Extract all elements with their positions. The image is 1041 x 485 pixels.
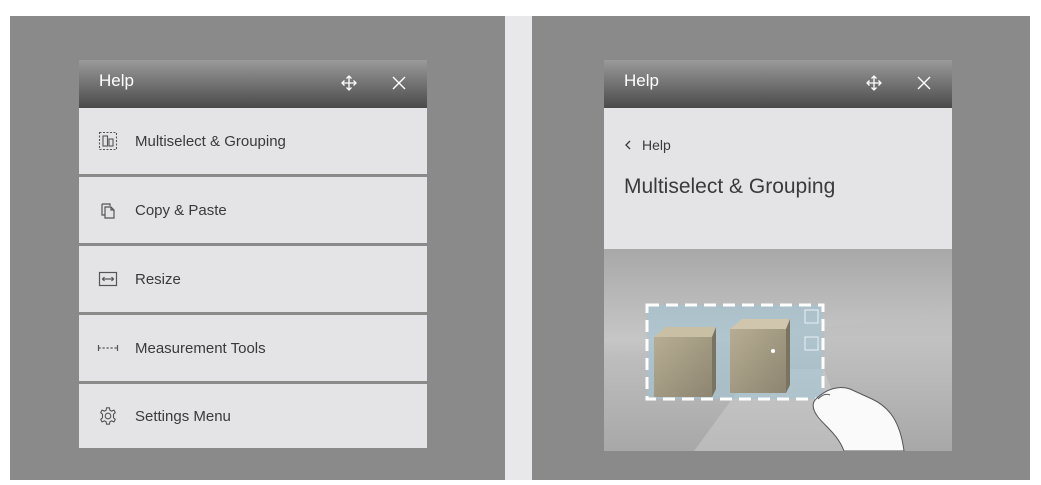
page-title: Multiselect & Grouping <box>624 175 836 198</box>
help-detail-section: Help Multiselect & Grouping <box>604 108 952 249</box>
menu-item-multiselect[interactable]: Multiselect & Grouping <box>79 108 427 174</box>
multiselect-icon <box>96 129 120 153</box>
help-panel-detail: Help Help Multiselect & Grouping <box>604 60 952 451</box>
menu-item-label: Settings Menu <box>135 407 231 425</box>
menu-item-label: Copy & Paste <box>135 201 227 219</box>
right-screenshot-pane: Help Help Multiselect & Grouping <box>532 16 1030 480</box>
resize-icon <box>96 267 120 291</box>
chevron-left-icon <box>625 140 631 150</box>
measure-icon <box>96 336 120 360</box>
move-icon[interactable] <box>335 69 363 97</box>
menu-item-label: Multiselect & Grouping <box>135 132 286 150</box>
menu-item-label: Measurement Tools <box>135 339 266 357</box>
header-title: Help <box>624 71 659 90</box>
left-screenshot-pane: Help Multiselect & Grouping Copy & Paste… <box>10 16 505 480</box>
menu-item-resize[interactable]: Resize <box>79 246 427 312</box>
help-panel-header: Help <box>604 60 952 108</box>
back-link-label: Help <box>642 137 671 153</box>
menu-item-label: Resize <box>135 270 181 288</box>
close-icon[interactable] <box>385 69 413 97</box>
gear-icon <box>96 404 120 428</box>
back-link[interactable]: Help <box>624 137 671 153</box>
help-panel-list: Help Multiselect & Grouping Copy & Paste… <box>79 60 427 448</box>
header-title: Help <box>99 71 134 90</box>
copy-icon <box>96 198 120 222</box>
close-icon[interactable] <box>910 69 938 97</box>
multiselect-illustration <box>604 249 952 451</box>
menu-item-copy-paste[interactable]: Copy & Paste <box>79 177 427 243</box>
menu-item-measurement[interactable]: Measurement Tools <box>79 315 427 381</box>
menu-item-settings[interactable]: Settings Menu <box>79 384 427 448</box>
pane-divider <box>505 16 532 480</box>
move-icon[interactable] <box>860 69 888 97</box>
help-panel-header: Help <box>79 60 427 108</box>
